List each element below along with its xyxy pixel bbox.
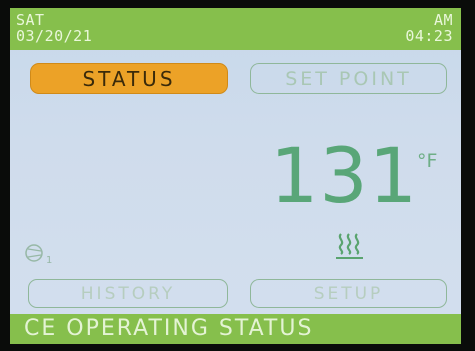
temperature-unit: °F: [417, 150, 438, 172]
device-frame: SAT 03/20/21 AM 04:23 STATUS SET POINT 1…: [0, 0, 475, 351]
pump-number: 1: [46, 255, 52, 265]
setup-button[interactable]: SETUP: [250, 279, 447, 308]
time-label: 04:23: [405, 27, 453, 45]
ampm-label: AM: [433, 11, 453, 29]
heating-icon: [336, 233, 363, 259]
history-button-label: HISTORY: [80, 283, 176, 304]
day-label: SAT: [16, 11, 45, 29]
bottom-status-bar: CE OPERATING STATUS: [10, 314, 461, 344]
display-screen: SAT 03/20/21 AM 04:23 STATUS SET POINT 1…: [10, 8, 461, 344]
setup-button-label: SETUP: [313, 283, 384, 304]
pump-icon: 1: [25, 244, 52, 265]
temperature-value: 131: [270, 131, 419, 220]
top-status-bar: SAT 03/20/21 AM 04:23: [10, 8, 461, 50]
date-label: 03/20/21: [16, 27, 93, 45]
set-point-button[interactable]: SET POINT: [250, 63, 447, 94]
status-button[interactable]: STATUS: [30, 63, 228, 94]
status-button-label: STATUS: [82, 66, 176, 91]
set-point-button-label: SET POINT: [285, 67, 412, 90]
operating-status-message: CE OPERATING STATUS: [24, 316, 314, 341]
history-button[interactable]: HISTORY: [28, 279, 228, 308]
